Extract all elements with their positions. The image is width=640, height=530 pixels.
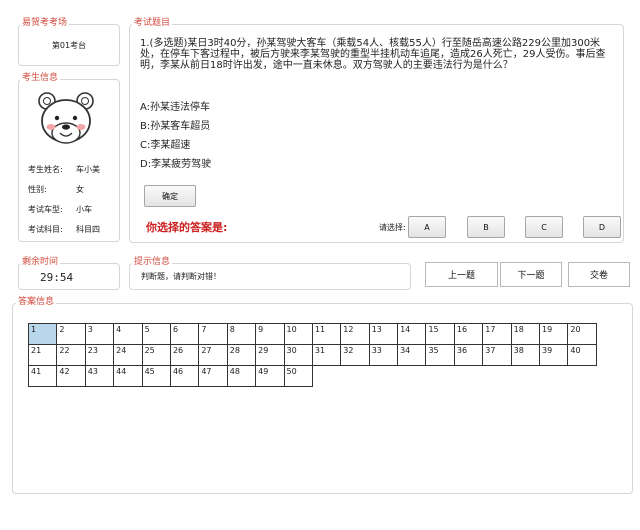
answer-cell-41[interactable]: 41 bbox=[27, 365, 58, 387]
answer-cell-31[interactable]: 31 bbox=[311, 344, 342, 366]
candidate-name-value: 车小美 bbox=[76, 165, 100, 174]
option-d: D:李某疲劳驾驶 bbox=[140, 159, 212, 170]
answer-cell-34[interactable]: 34 bbox=[397, 344, 427, 366]
confirm-button[interactable]: 确定 bbox=[144, 185, 196, 207]
candidate-name-label: 考生姓名: bbox=[28, 165, 63, 174]
answer-cell-13[interactable]: 13 bbox=[368, 323, 399, 345]
answer-cell-46[interactable]: 46 bbox=[169, 365, 200, 387]
seat-number: 第01考台 bbox=[51, 41, 87, 50]
answer-cell-37[interactable]: 37 bbox=[482, 344, 512, 366]
answer-cell-29[interactable]: 29 bbox=[255, 344, 285, 366]
prev-question-button[interactable]: 上一题 bbox=[425, 262, 498, 287]
candidate-subject-row: 考试科目: 科目四 bbox=[28, 224, 100, 235]
answer-cell-21[interactable]: 21 bbox=[27, 344, 58, 366]
option-a: A:孙某违法停车 bbox=[140, 102, 211, 113]
answer-grid-row: 1 2 3 4 5 6 7 8 9 10 11 12 13 14 15 16 17 18 19 20 bbox=[27, 323, 597, 345]
answer-cell-48[interactable]: 48 bbox=[226, 365, 257, 387]
answer-cell-22[interactable]: 22 bbox=[56, 344, 86, 366]
answer-cell-43[interactable]: 43 bbox=[84, 365, 115, 387]
candidate-subject-label: 考试科目: bbox=[28, 225, 63, 234]
answer-cell-24[interactable]: 24 bbox=[113, 344, 143, 366]
answer-cell-45[interactable]: 45 bbox=[141, 365, 171, 387]
candidate-vehicle-row: 考试车型: 小车 bbox=[28, 204, 92, 215]
answer-cell-25[interactable]: 25 bbox=[141, 344, 171, 366]
bear-avatar-icon bbox=[38, 92, 94, 144]
candidate-subject-value: 科目四 bbox=[76, 225, 100, 234]
answer-cell-12[interactable]: 12 bbox=[340, 323, 370, 345]
answer-cell-16[interactable]: 16 bbox=[453, 323, 484, 345]
answer-cell-36[interactable]: 36 bbox=[453, 344, 484, 366]
answer-cell-38[interactable]: 38 bbox=[510, 344, 541, 366]
answer-cell-2[interactable]: 2 bbox=[56, 323, 86, 345]
answer-cell-39[interactable]: 39 bbox=[539, 344, 569, 366]
candidate-vehicle-value: 小车 bbox=[76, 205, 92, 214]
option-b: B:孙某客车超员 bbox=[140, 121, 211, 132]
answer-grid-row: 41 42 43 44 45 46 47 48 49 50 bbox=[27, 365, 597, 387]
answer-cell-18[interactable]: 18 bbox=[510, 323, 541, 345]
answer-cell-32[interactable]: 32 bbox=[340, 344, 370, 366]
answer-cell-15[interactable]: 15 bbox=[425, 323, 455, 345]
answer-cell-33[interactable]: 33 bbox=[368, 344, 399, 366]
answer-cell-23[interactable]: 23 bbox=[84, 344, 115, 366]
answer-cell-30[interactable]: 30 bbox=[283, 344, 313, 366]
question-legend: 考试题目 bbox=[132, 18, 173, 29]
your-answer-label: 你选择的答案是: bbox=[146, 221, 228, 234]
answer-cell-6[interactable]: 6 bbox=[169, 323, 200, 345]
answer-cell-14[interactable]: 14 bbox=[397, 323, 427, 345]
avatar bbox=[35, 87, 97, 147]
answer-cell-3[interactable]: 3 bbox=[84, 323, 115, 345]
answer-cell-8[interactable]: 8 bbox=[226, 323, 257, 345]
next-question-button[interactable]: 下一题 bbox=[500, 262, 562, 287]
candidate-name-row: 考生姓名: 车小美 bbox=[28, 164, 100, 175]
hint-legend: 提示信息 bbox=[132, 257, 173, 268]
answer-cell-20[interactable]: 20 bbox=[567, 323, 597, 345]
answer-cell-44[interactable]: 44 bbox=[113, 365, 143, 387]
candidate-vehicle-label: 考试车型: bbox=[28, 205, 63, 214]
timer-value: 29:54 bbox=[40, 271, 74, 284]
answers-legend: 答案信息 bbox=[16, 297, 57, 308]
exam-room-legend: 易贺考考场 bbox=[20, 18, 70, 29]
answer-cell-9[interactable]: 9 bbox=[255, 323, 285, 345]
question-text: 1.(多选题)某日3时40分，孙某驾驶大客车（乘载54人、核载55人）行至随岳高… bbox=[140, 38, 606, 71]
candidate-gender-row: 性别: 女 bbox=[28, 184, 84, 195]
choice-c-button[interactable]: C bbox=[525, 216, 563, 238]
answer-cell-27[interactable]: 27 bbox=[198, 344, 228, 366]
answer-cell-49[interactable]: 49 bbox=[255, 365, 285, 387]
choice-d-button[interactable]: D bbox=[583, 216, 621, 238]
submit-exam-button[interactable]: 交卷 bbox=[568, 262, 630, 287]
answer-cell-7[interactable]: 7 bbox=[198, 323, 228, 345]
answer-cell-10[interactable]: 10 bbox=[283, 323, 313, 345]
answer-cell-47[interactable]: 47 bbox=[198, 365, 228, 387]
candidate-legend: 考生信息 bbox=[20, 73, 61, 84]
answer-cell-28[interactable]: 28 bbox=[226, 344, 257, 366]
candidate-gender-label: 性别: bbox=[28, 185, 47, 194]
option-c: C:李某超速 bbox=[140, 140, 191, 151]
answer-cell-19[interactable]: 19 bbox=[539, 323, 569, 345]
candidate-gender-value: 女 bbox=[76, 185, 84, 194]
answer-cell-5[interactable]: 5 bbox=[141, 323, 171, 345]
choice-b-button[interactable]: B bbox=[467, 216, 505, 238]
answer-cell-26[interactable]: 26 bbox=[169, 344, 200, 366]
answer-cell-40[interactable]: 40 bbox=[567, 344, 597, 366]
select-label: 请选择: bbox=[379, 223, 406, 232]
answer-cell-17[interactable]: 17 bbox=[482, 323, 512, 345]
answer-cell-50[interactable]: 50 bbox=[283, 365, 313, 387]
answer-grid: 1 2 3 4 5 6 7 8 9 10 11 12 13 14 15 16 17 18 19 20 21 22 23 24 2… bbox=[27, 323, 597, 387]
answer-cell-11[interactable]: 11 bbox=[311, 323, 342, 345]
answer-grid-row: 21 22 23 24 25 26 27 28 29 30 31 32 33 34 35 36 37 38 39 40 bbox=[27, 344, 597, 366]
choice-a-button[interactable]: A bbox=[408, 216, 446, 238]
answer-cell-42[interactable]: 42 bbox=[56, 365, 86, 387]
answer-cell-1[interactable]: 1 bbox=[27, 323, 58, 345]
answer-cell-4[interactable]: 4 bbox=[113, 323, 143, 345]
timer-legend: 剩余时间 bbox=[20, 257, 61, 268]
hint-text: 判断题，请判断对错！ bbox=[141, 272, 221, 281]
answer-cell-35[interactable]: 35 bbox=[425, 344, 455, 366]
